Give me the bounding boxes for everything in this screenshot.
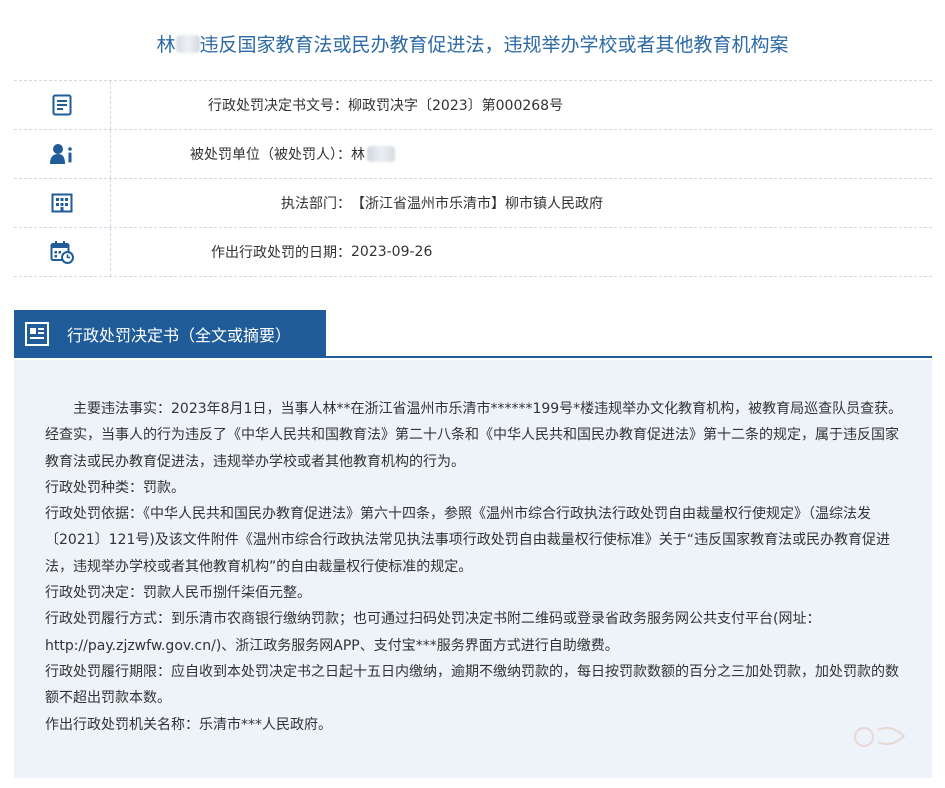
person-info-icon [50, 144, 72, 164]
penalty-type: 行政处罚种类：罚款。 [45, 479, 185, 496]
redacted-name [175, 35, 200, 53]
penalty-decision: 行政处罚决定：罚款人民币捌仟柒佰元整。 [45, 585, 311, 602]
info-label: 作出行政处罚的日期： [211, 245, 351, 261]
info-value: 2023-09-26 [351, 244, 433, 260]
violation-facts: 主要违法事实：2023年8月1日，当事人林**在浙江省温州市乐清市******1… [45, 401, 903, 470]
info-row-penalized-party: 被处罚单位（被处罚人）：林 [14, 130, 932, 179]
case-info-table: 行政处罚决定书文号： 柳政罚决字〔2023〕第000268号 被处罚单位（被处罚人… [14, 80, 932, 277]
section-title: 行政处罚决定书（全文或摘要） [67, 326, 292, 345]
decision-content: 主要违法事实：2023年8月1日，当事人林**在浙江省温州市乐清市******1… [14, 360, 932, 778]
info-row-enforcement-dept: 执法部门： 【浙江省温州市乐清市】柳市镇人民政府 [14, 179, 932, 228]
info-value: 柳政罚决字〔2023〕第000268号 [348, 98, 564, 114]
section-tab: 行政处罚决定书（全文或摘要） [14, 310, 326, 358]
redacted-name [367, 146, 395, 162]
case-title-suffix: 违反国家教育法或民办教育促进法，违规举办学校或者其他教育机构案 [199, 34, 789, 56]
case-title: 林 违反国家教育法或民办教育促进法，违规举办学校或者其他教育机构案 [0, 30, 945, 57]
info-value: 林 [351, 147, 365, 163]
info-label: 行政处罚决定书文号： [208, 98, 348, 114]
calendar-clock-icon [50, 241, 74, 264]
penalty-basis: 行政处罚依据：《中华人民共和国民办教育促进法》第六十四条，参照《温州市综合行政执… [45, 506, 891, 575]
page: 林 违反国家教育法或民办教育促进法，违规举办学校或者其他教育机构案 行政处罚决定书… [0, 0, 945, 788]
case-title-prefix: 林 [156, 34, 176, 56]
watermark-logo-icon [854, 727, 906, 747]
info-row-decision-number: 行政处罚决定书文号： 柳政罚决字〔2023〕第000268号 [14, 81, 932, 130]
payment-deadline: 行政处罚履行期限：应自收到本处罚决定书之日起十五日内缴纳，逾期不缴纳罚款的，每日… [45, 663, 899, 707]
building-icon [51, 193, 73, 213]
info-label: 执法部门： [281, 196, 351, 212]
document-icon [25, 322, 49, 346]
payment-method: 行政处罚履行方式：到乐清市农商银行缴纳罚款；也可通过扫码处罚决定书附二维码或登录… [45, 611, 821, 654]
info-value: 【浙江省温州市乐清市】柳市镇人民政府 [351, 196, 603, 212]
issuing-authority: 作出行政处罚机关名称：乐清市***人民政府。 [45, 716, 332, 733]
section-header: 行政处罚决定书（全文或摘要） [14, 310, 932, 358]
document-list-icon [52, 94, 72, 116]
info-row-decision-date: 作出行政处罚的日期： 2023-09-26 [14, 228, 932, 277]
info-label: 被处罚单位（被处罚人）： [190, 147, 351, 163]
